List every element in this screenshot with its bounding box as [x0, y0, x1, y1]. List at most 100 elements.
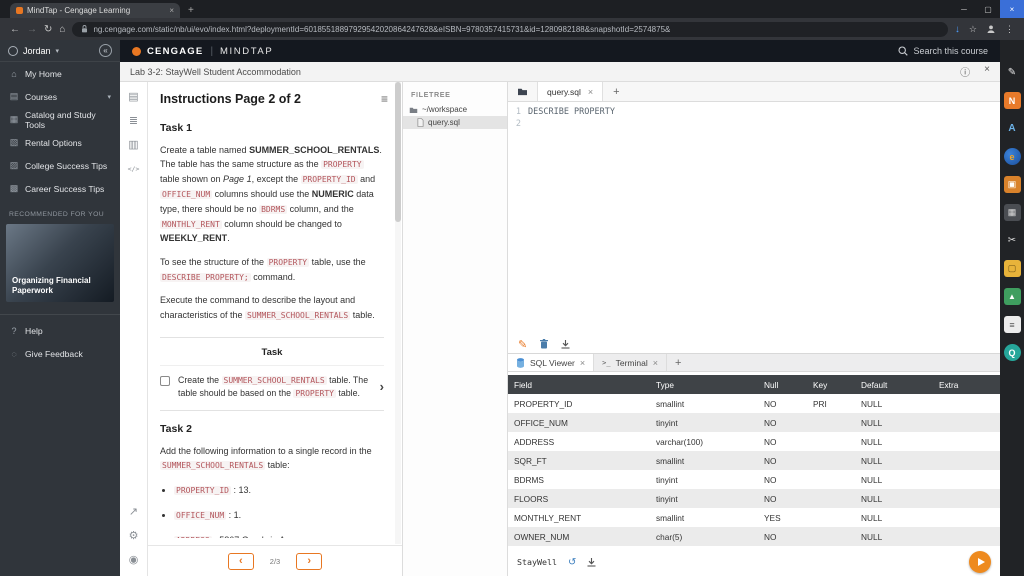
- task-row[interactable]: Create the SUMMER_SCHOOL_RENTALS table. …: [160, 374, 384, 401]
- favorite-star-icon[interactable]: ☆: [969, 24, 977, 35]
- sidebar-item-rental-options[interactable]: ▧ Rental Options: [0, 131, 120, 154]
- editor-tab-bar: query.sql × +: [508, 82, 1000, 102]
- export-icon[interactable]: [587, 557, 596, 567]
- filetree-folder-workspace[interactable]: ~/workspace: [403, 103, 507, 116]
- download-status-icon[interactable]: ↓: [955, 24, 960, 35]
- window-close-button[interactable]: ×: [1000, 0, 1024, 18]
- prev-page-button[interactable]: ‹: [227, 552, 254, 570]
- new-file-button[interactable]: +: [613, 86, 619, 98]
- list-item: PROPERTY_ID : 13.: [174, 483, 384, 498]
- task-expand-chevron-icon[interactable]: ›: [380, 379, 384, 394]
- photos-app-icon[interactable]: ▲: [1003, 288, 1021, 305]
- recommended-label: RECOMMENDED FOR YOU: [9, 211, 105, 218]
- instructions-body[interactable]: Task 1 Create a table named SUMMER_SCHOO…: [148, 110, 402, 538]
- lab-title-bar: Lab 3-2: StayWell Student Accommodation …: [120, 62, 1000, 82]
- sidebar-item-college-tips[interactable]: ▨ College Success Tips: [0, 154, 120, 177]
- profile-icon[interactable]: [986, 24, 996, 34]
- snip-tool-icon[interactable]: ✂: [1004, 232, 1021, 249]
- close-sql-viewer-icon[interactable]: ×: [580, 358, 585, 368]
- cell: PRI: [813, 398, 827, 409]
- task-checkbox[interactable]: [160, 375, 170, 386]
- cell: [807, 489, 855, 508]
- reader-icon[interactable]: ▤: [128, 91, 138, 104]
- info-icon[interactable]: ⓘ: [960, 64, 970, 79]
- translate-app-icon[interactable]: A: [1004, 120, 1021, 137]
- cell: [933, 489, 1000, 508]
- trash-icon[interactable]: [540, 339, 549, 349]
- activity-icon[interactable]: ▥: [128, 139, 138, 152]
- sidebar-collapse-button[interactable]: «: [99, 44, 112, 57]
- file-icon: [417, 118, 424, 127]
- recommended-card-title: Organizing Financial Paperwork: [12, 276, 91, 295]
- task1-heading: Task 1: [160, 122, 192, 134]
- file-label: query.sql: [428, 118, 460, 127]
- close-terminal-icon[interactable]: ×: [653, 358, 658, 368]
- workspace-folder-icon[interactable]: [517, 87, 528, 96]
- next-page-button[interactable]: ›: [296, 552, 323, 570]
- scrollbar-thumb[interactable]: [395, 82, 401, 222]
- close-editor-tab-icon[interactable]: ×: [588, 87, 593, 97]
- code-line-1: 1 DESCRIBE PROPERTY: [508, 106, 1000, 118]
- run-query-button[interactable]: [969, 551, 991, 573]
- settings-icon[interactable]: ⚙: [129, 530, 139, 543]
- tab-close-icon[interactable]: ×: [169, 6, 174, 15]
- sidebar-item-give-feedback[interactable]: ◌ Give Feedback: [0, 342, 120, 365]
- document-app-icon[interactable]: ≡: [1003, 316, 1021, 333]
- window-controls: ─ ▢ ×: [952, 0, 1024, 18]
- feedback-icon: ◌: [11, 348, 17, 359]
- home-button[interactable]: ⌂: [59, 24, 65, 35]
- cell: NULL: [861, 436, 883, 447]
- close-lab-icon[interactable]: ×: [984, 64, 990, 79]
- lab-title: Lab 3-2: StayWell Student Accommodation: [130, 66, 301, 77]
- sticky-notes-app-icon[interactable]: ▢: [1003, 260, 1021, 277]
- sidebar-item-career-tips[interactable]: ▩ Career Success Tips: [0, 177, 120, 200]
- add-panel-tab-button[interactable]: +: [675, 357, 681, 369]
- new-tab-button[interactable]: +: [188, 5, 194, 16]
- recommended-card[interactable]: Organizing Financial Paperwork: [6, 224, 114, 302]
- sidebar-item-catalog[interactable]: ▦ Catalog and Study Tools: [0, 108, 120, 131]
- window-minimize-button[interactable]: ─: [952, 0, 976, 18]
- lab-actions: ⓘ ×: [960, 64, 990, 79]
- sidebar-item-my-home[interactable]: ⌂ My Home: [0, 62, 120, 85]
- outline-icon[interactable]: ≣: [129, 115, 138, 128]
- back-button[interactable]: ←: [10, 24, 20, 35]
- download-icon[interactable]: [561, 339, 570, 349]
- code-icon[interactable]: </>: [128, 163, 140, 176]
- url-field[interactable]: ng.cengage.com/static/nb/ui/evo/index.ht…: [72, 21, 948, 37]
- browser-tab[interactable]: MindTap - Cengage Learning ×: [10, 3, 180, 18]
- accessibility-icon[interactable]: ◉: [129, 554, 139, 567]
- browser-menu-icon[interactable]: ⋮: [1005, 24, 1014, 35]
- chat-app-icon[interactable]: Q: [1003, 344, 1021, 361]
- cell: NO: [764, 474, 777, 485]
- edit-icon[interactable]: ✎: [518, 338, 527, 351]
- files-app-icon[interactable]: ▣: [1003, 176, 1021, 193]
- sidebar-item-help[interactable]: ? Help: [0, 319, 120, 342]
- browser-app-icon[interactable]: e: [1003, 148, 1021, 165]
- tab-terminal[interactable]: >_ Terminal ×: [594, 354, 667, 371]
- sidebar-item-label: Rental Options: [25, 137, 82, 148]
- utility-app-icon[interactable]: ▦: [1003, 204, 1021, 221]
- instructions-menu-icon[interactable]: ≡: [381, 92, 388, 106]
- pen-tool-icon[interactable]: ✎: [1004, 64, 1021, 81]
- instructions-scrollbar[interactable]: [395, 82, 401, 544]
- course-search[interactable]: Search this course: [898, 46, 988, 56]
- editor-tab-querysql[interactable]: query.sql ×: [537, 82, 604, 101]
- cell: [933, 508, 1000, 527]
- cell: smallint: [656, 455, 685, 466]
- window-maximize-button[interactable]: ▢: [976, 0, 1000, 18]
- refresh-button[interactable]: ↻: [44, 24, 52, 35]
- tab-sql-viewer[interactable]: SQL Viewer ×: [508, 354, 595, 371]
- sidebar-item-label: Help: [25, 325, 43, 336]
- reset-icon[interactable]: ↺: [568, 557, 576, 568]
- table-row: PROPERTY_ID smallint NO PRI NULL: [508, 394, 1000, 413]
- column-header: Type: [650, 375, 758, 394]
- code-editor[interactable]: 1 DESCRIBE PROPERTY 2: [508, 102, 1000, 335]
- user-name: Jordan: [23, 45, 51, 56]
- notes-app-icon[interactable]: N: [1003, 92, 1021, 109]
- table-row: SQR_FT smallint NO NULL: [508, 451, 1000, 470]
- user-menu[interactable]: Jordan ▾ «: [0, 40, 120, 62]
- sidebar-item-courses[interactable]: ▤ Courses ▾: [0, 85, 120, 108]
- share-icon[interactable]: ↗: [129, 506, 138, 519]
- forward-button[interactable]: →: [27, 24, 37, 35]
- filetree-file-querysql[interactable]: query.sql: [403, 116, 507, 129]
